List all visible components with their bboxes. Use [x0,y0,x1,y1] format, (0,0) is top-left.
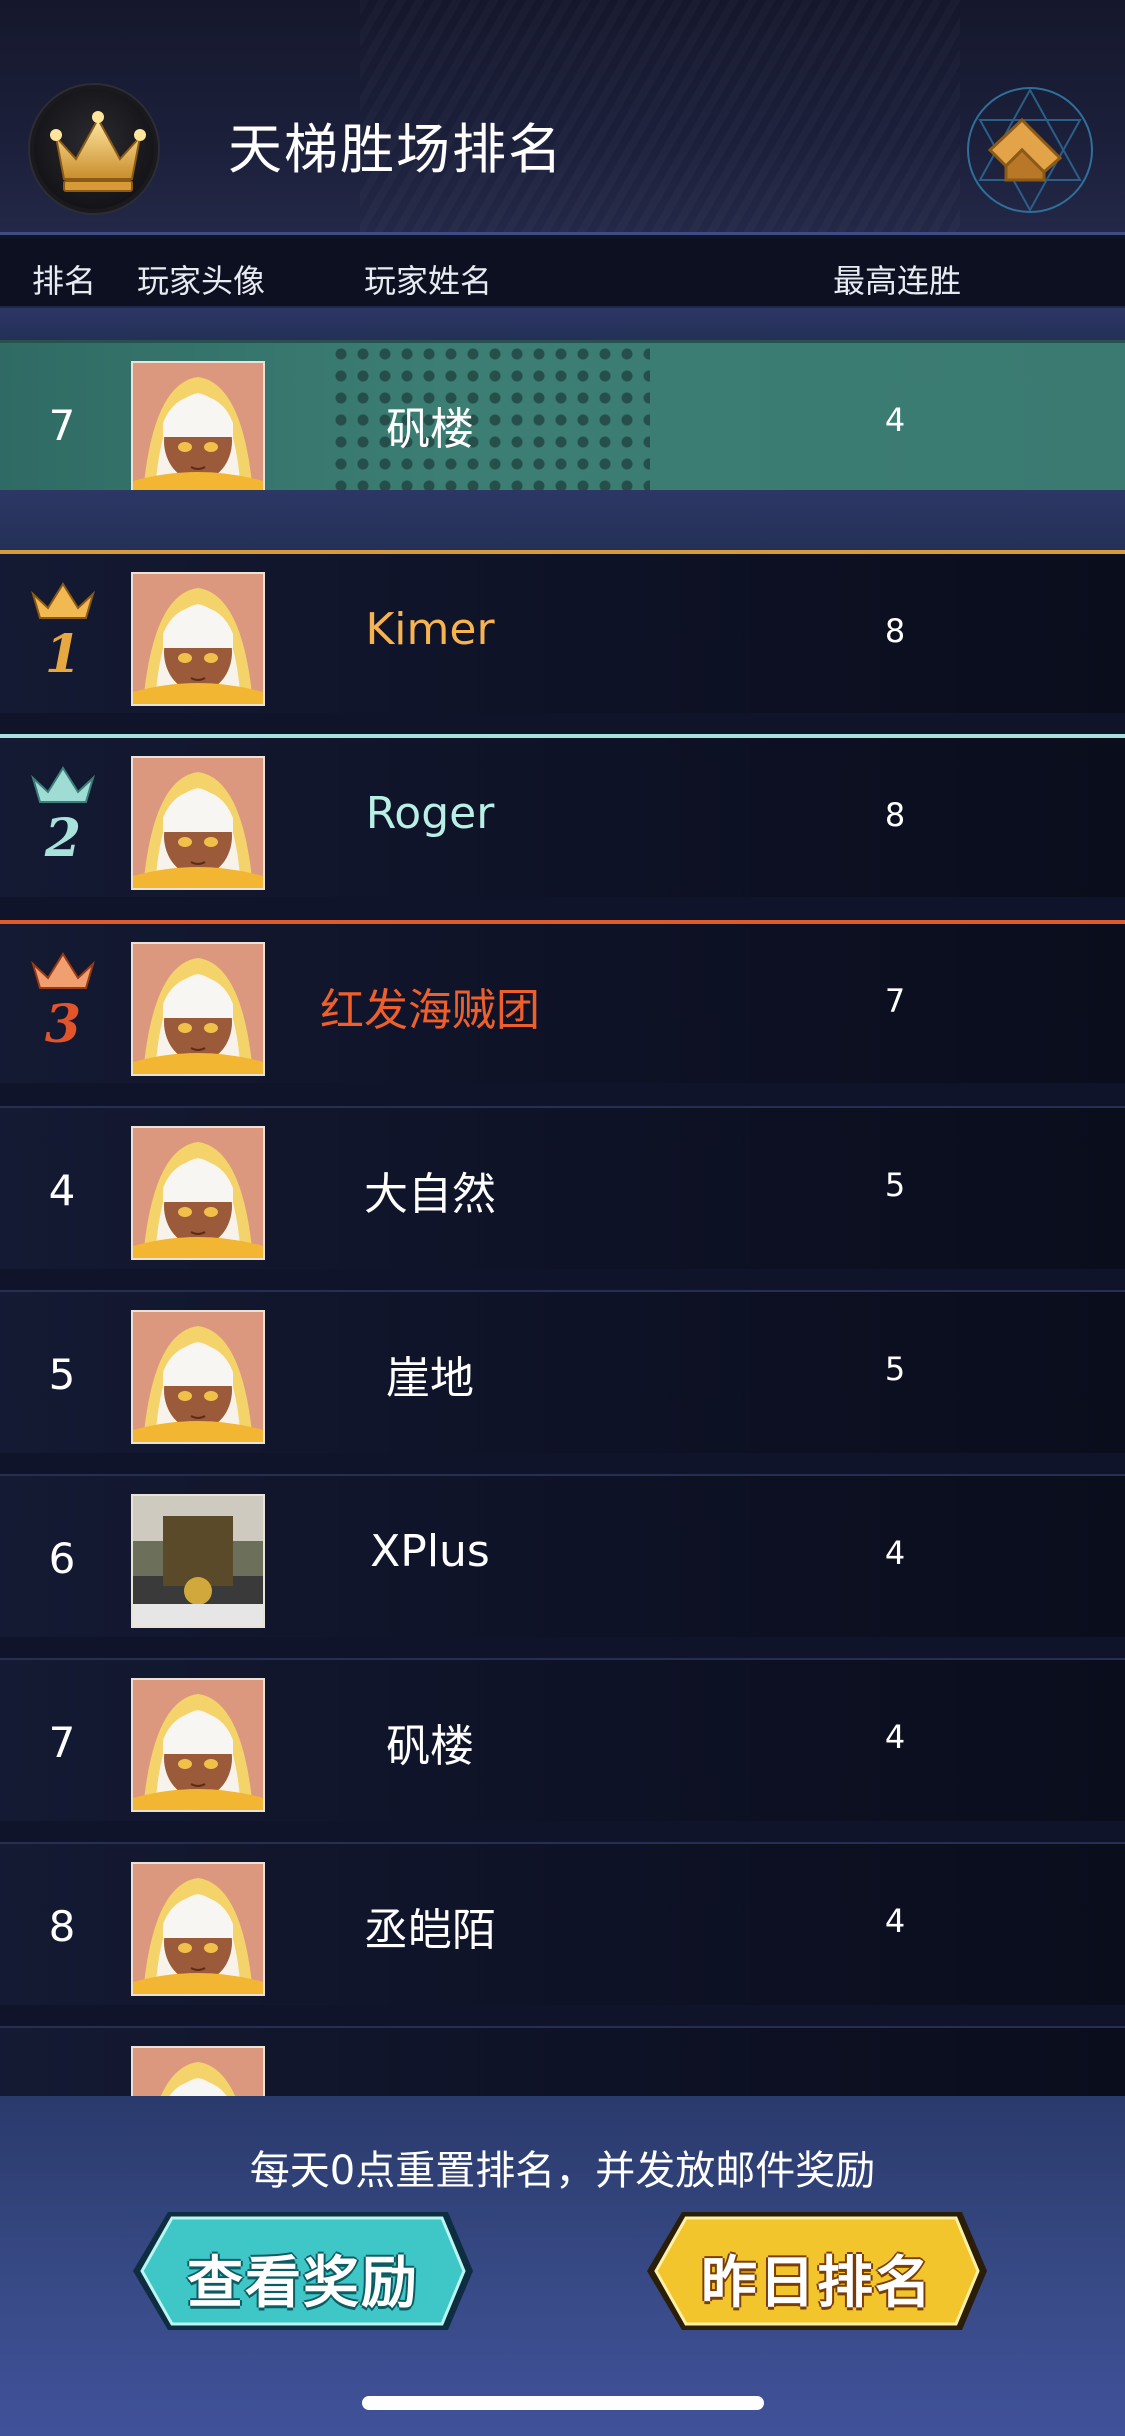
player-name: 矾楼 [386,1721,474,1772]
rank-number: 7 [48,1718,76,1767]
column-name: 玩家姓名 [364,262,493,300]
streak-value: 7 [884,982,906,1020]
table-row: 3 红发海贼团 7 [0,920,1125,1083]
yesterday-rank-label: 昨日排名 [701,2251,933,2316]
rank-number: 4 [48,1166,76,1215]
avatar[interactable] [131,756,265,890]
rank-number: 2 [44,808,82,869]
character-portrait [133,758,263,888]
table-row: 2 Roger 8 [0,734,1125,897]
silver-crown-icon: 2 [28,764,98,874]
view-rewards-button[interactable]: 查看奖励 [128,2206,478,2336]
table-row: 1 Kimer 8 [0,550,1125,713]
table-row: 6 XPlus 4 [0,1474,1125,1637]
column-header: 排名 玩家头像 玩家姓名 最高连胜 [0,238,1125,308]
streak-value: 4 [884,1534,906,1572]
table-row [0,2026,1125,2106]
streak-value: 5 [884,1166,906,1204]
page-title: 天梯胜场排名 [228,118,564,181]
player-name: Roger [365,788,495,839]
character-portrait [133,1864,263,1994]
player-name: 丞皑陌 [364,1905,496,1956]
avatar[interactable] [131,361,265,495]
home-indicator[interactable] [362,2396,764,2410]
footer-panel: 每天0点重置排名，并发放邮件奖励 查看奖励 昨日排名 [0,2096,1125,2436]
gold-crown-icon: 1 [28,580,98,690]
column-avatar: 玩家头像 [137,262,266,300]
crown-icon [30,85,158,213]
streak-value: 4 [884,1718,906,1756]
table-row: 5 崖地 5 [0,1290,1125,1453]
rank-number: 3 [44,994,82,1055]
my-rank-row: 7 矾楼 4 [0,340,1125,503]
divider-strip [0,308,1125,340]
character-portrait [133,1312,263,1442]
character-portrait [133,1128,263,1258]
streak-value: 8 [884,796,906,834]
my-streak: 4 [884,401,906,439]
player-name: XPlus [370,1526,490,1577]
streak-value: 4 [884,1902,906,1940]
reset-notice: 每天0点重置排名，并发放邮件奖励 [249,2148,876,2194]
avatar[interactable] [131,572,265,706]
avatar[interactable] [131,1678,265,1812]
landscape-photo [133,1496,263,1626]
my-player-name: 矾楼 [386,404,474,455]
avatar-photo[interactable] [131,1494,265,1628]
table-row: 4 大自然 5 [0,1106,1125,1269]
rank-number: 5 [48,1350,76,1399]
character-portrait [133,1680,263,1810]
player-name: 崖地 [386,1353,474,1404]
character-portrait [133,363,263,493]
avatar[interactable] [131,1310,265,1444]
avatar[interactable] [131,942,265,1076]
character-portrait [133,944,263,1074]
character-portrait [133,574,263,704]
header-bar: 天梯胜场排名 [0,0,1125,235]
back-arrow-icon [967,87,1093,213]
table-row: 7 矾楼 4 [0,1658,1125,1821]
back-button[interactable] [960,80,1100,220]
rank-number: 8 [48,1902,76,1951]
divider-strip [0,490,1125,550]
yesterday-rank-button[interactable]: 昨日排名 [642,2206,992,2336]
column-rank: 排名 [32,262,97,300]
streak-value: 8 [884,612,906,650]
player-name: 大自然 [364,1169,496,1220]
avatar[interactable] [131,1862,265,1996]
player-name: Kimer [365,604,495,655]
player-name: 红发海贼团 [320,985,540,1036]
rank-number: 1 [44,624,82,685]
bronze-crown-icon: 3 [28,950,98,1060]
streak-value: 5 [884,1350,906,1388]
my-rank: 7 [48,401,76,450]
avatar[interactable] [131,1126,265,1260]
view-rewards-label: 查看奖励 [187,2251,419,2316]
table-row: 8 丞皑陌 4 [0,1842,1125,2005]
rank-number: 6 [48,1534,76,1583]
column-streak: 最高连胜 [833,262,962,300]
